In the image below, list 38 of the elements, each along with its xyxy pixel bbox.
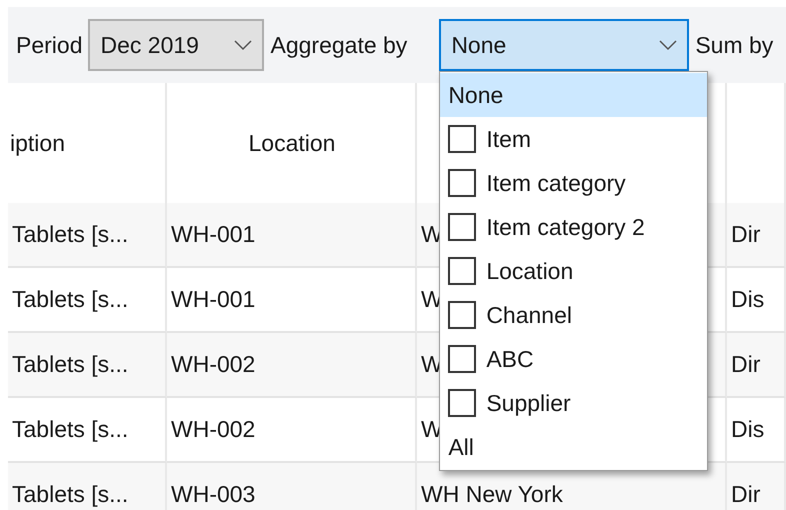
dropdown-option[interactable]: Item category [440, 161, 708, 205]
table-cell: WH-002 [167, 398, 417, 463]
table-cell: Dir [727, 333, 786, 398]
table-cell: WH-001 [167, 268, 417, 333]
dropdown-option[interactable]: None [440, 73, 708, 117]
period-select[interactable]: Dec 2019 [88, 19, 264, 71]
dropdown-option[interactable]: Supplier [440, 381, 708, 425]
table-cell: Tablets [s... [8, 268, 167, 333]
table-cell: Tablets [s... [8, 333, 167, 398]
checkbox[interactable] [448, 345, 476, 373]
table-cell: WH-003 [167, 463, 417, 510]
dropdown-option[interactable]: ABC [440, 337, 708, 381]
table-cell: Dis [727, 268, 786, 333]
table-cell: Dir [727, 463, 786, 510]
sum-label: Sum by [695, 32, 774, 58]
aggregate-label: Aggregate by [270, 32, 408, 58]
table-cell: WH-001 [167, 203, 417, 268]
checkbox[interactable] [448, 125, 476, 153]
checkbox[interactable] [448, 389, 476, 417]
table-cell: WH-002 [167, 333, 417, 398]
aggregate-select[interactable]: None [439, 19, 690, 71]
checkbox[interactable] [448, 257, 476, 285]
checkbox[interactable] [448, 169, 476, 197]
dropdown-option[interactable]: Item category 2 [440, 205, 708, 249]
dropdown-option[interactable]: Location [440, 249, 708, 293]
checkbox[interactable] [448, 301, 476, 329]
table-cell: Dir [727, 203, 786, 268]
checkbox[interactable] [448, 213, 476, 241]
table-cell: Tablets [s... [8, 463, 167, 510]
caret-icon [659, 39, 678, 51]
table-cell: Tablets [s... [8, 203, 167, 268]
dropdown-option[interactable]: Item [440, 117, 708, 161]
table-cell: Tablets [s... [8, 398, 167, 463]
dropdown-option[interactable]: Channel [440, 293, 708, 337]
caret-icon [234, 39, 252, 51]
period-label: Period [16, 32, 82, 58]
dropdown-option[interactable]: All [440, 425, 708, 469]
table-cell: Dis [727, 398, 786, 463]
